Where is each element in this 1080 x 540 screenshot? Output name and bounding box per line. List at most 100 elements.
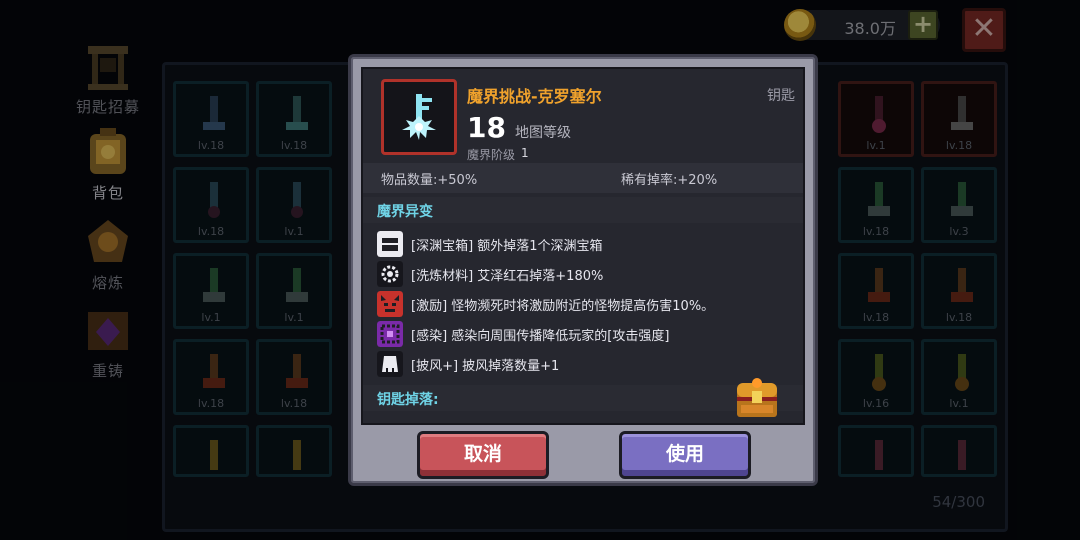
- inventory-slot[interactable]: lv.3: [921, 167, 997, 243]
- quantity-stat: 物品数量:+50%: [381, 173, 478, 188]
- modifier-text: [洗炼材料] 艾泽红石掉落+180%: [411, 269, 604, 284]
- slot-level: lv.1: [201, 311, 221, 324]
- slot-level: lv.1: [949, 397, 969, 410]
- inventory-slot[interactable]: lv.16: [838, 339, 914, 415]
- anomaly-title: 魔界异变: [377, 204, 433, 220]
- cape-icon: [377, 351, 403, 377]
- inventory-slot[interactable]: lv.18: [838, 253, 914, 329]
- stats-row: 物品数量:+50% 稀有掉率:+20%: [363, 163, 803, 193]
- item-name: 魔界挑战-克罗塞尔: [467, 87, 602, 106]
- key-icon: [868, 182, 890, 216]
- inventory-slot[interactable]: lv.18: [838, 167, 914, 243]
- slot-level: lv.1: [284, 225, 304, 238]
- key-icon: [203, 96, 225, 130]
- inventory-slot[interactable]: lv.18: [256, 339, 332, 415]
- map-level-value: 18: [467, 111, 506, 144]
- add-currency-button[interactable]: +: [908, 10, 938, 40]
- key-detail-dialog: 魔界挑战-克罗塞尔 钥匙 18 地图等级 魔界阶级 1 物品数量:+50% 稀有…: [348, 54, 818, 486]
- inventory-slot[interactable]: [921, 425, 997, 477]
- demon-face-icon: [377, 291, 403, 317]
- slot-level: lv.18: [862, 311, 890, 324]
- tier-label: 魔界阶级: [467, 148, 516, 162]
- inventory-slot[interactable]: [256, 425, 332, 477]
- key-icon: [203, 354, 225, 388]
- modifier-text: [感染] 感染向周围传播降低玩家的[攻击强度]: [411, 329, 670, 344]
- key-icon: [286, 268, 308, 302]
- slot-level: lv.3: [949, 225, 969, 238]
- key-icon: [203, 268, 225, 302]
- slot-level: lv.18: [197, 397, 225, 410]
- inventory-slot[interactable]: lv.18: [173, 81, 249, 157]
- tier-value: 1: [521, 146, 529, 160]
- inventory-count: 54/300: [932, 493, 985, 511]
- nav-label: 重铸: [91, 362, 124, 380]
- inventory-slot[interactable]: [838, 425, 914, 477]
- chest-icon: [377, 231, 403, 257]
- nav-backpack[interactable]: 背包: [60, 126, 156, 210]
- key-icon: [955, 354, 969, 391]
- nav-label: 钥匙招募: [75, 98, 140, 116]
- key-icon: [868, 268, 890, 302]
- inventory-slot[interactable]: [173, 425, 249, 477]
- modifier-row: [感染] 感染向周围传播降低玩家的[攻击强度]: [375, 319, 791, 349]
- treasure-chest-icon: [737, 378, 777, 417]
- slot-level: lv.1: [284, 311, 304, 324]
- nav-key-recruit[interactable]: 钥匙招募: [60, 40, 156, 124]
- nav-label: 背包: [91, 184, 124, 202]
- gear-icon: [377, 261, 403, 287]
- key-icon: [951, 182, 973, 216]
- recast-icon: [88, 312, 128, 350]
- inventory-slot[interactable]: lv.18: [173, 339, 249, 415]
- key-icon: [286, 354, 308, 388]
- key-icon: [293, 440, 301, 470]
- inventory-slot[interactable]: lv.1: [921, 339, 997, 415]
- slot-level: lv.18: [862, 225, 890, 238]
- close-button[interactable]: ✕: [962, 8, 1006, 52]
- inventory-slot[interactable]: lv.18: [921, 81, 997, 157]
- inventory-slot[interactable]: lv.1: [838, 81, 914, 157]
- slot-level: lv.18: [197, 139, 225, 152]
- currency-value: 38.0万: [844, 19, 896, 38]
- inventory-slot[interactable]: lv.1: [256, 253, 332, 329]
- virus-icon: [377, 321, 403, 347]
- key-icon: [210, 440, 218, 470]
- inventory-slot[interactable]: lv.1: [173, 253, 249, 329]
- rare-drop-stat: 稀有掉率:+20%: [621, 173, 718, 188]
- item-type: 钥匙: [767, 88, 795, 104]
- inventory-slot[interactable]: lv.18: [256, 81, 332, 157]
- backpack-icon: [90, 128, 126, 174]
- key-icon: [875, 440, 883, 470]
- key-drop-title: 钥匙掉落:: [377, 392, 439, 408]
- modifier-text: [深渊宝箱] 额外掉落1个深渊宝箱: [411, 239, 603, 254]
- slot-level: lv.1: [866, 139, 886, 152]
- modifier-text: [激励] 怪物濒死时将激励附近的怪物提高伤害10%。: [411, 299, 715, 314]
- nav-recast[interactable]: 重铸: [60, 304, 156, 388]
- nav-smelt[interactable]: 熔炼: [60, 216, 156, 300]
- modifier-row: [深渊宝箱] 额外掉落1个深渊宝箱: [375, 229, 791, 259]
- cancel-button[interactable]: 取消: [417, 431, 549, 479]
- coin-icon: [784, 9, 816, 41]
- dialog-content: 魔界挑战-克罗塞尔 钥匙 18 地图等级 魔界阶级 1 物品数量:+50% 稀有…: [361, 67, 805, 425]
- inventory-slot[interactable]: lv.18: [921, 253, 997, 329]
- item-icon-frame: [381, 79, 457, 155]
- slot-level: lv.18: [280, 139, 308, 152]
- slot-level: lv.18: [945, 139, 973, 152]
- key-icon: [958, 440, 966, 470]
- modifier-text: [披风+] 披风掉落数量+1: [411, 359, 560, 374]
- inventory-slot[interactable]: lv.1: [256, 167, 332, 243]
- map-level-label: 地图等级: [515, 125, 571, 141]
- key-icon: [286, 96, 308, 130]
- ice-key-icon: [402, 94, 436, 140]
- modifier-row: [洗炼材料] 艾泽红石掉落+180%: [375, 259, 791, 289]
- slot-level: lv.16: [862, 397, 890, 410]
- key-icon: [208, 182, 220, 218]
- use-button[interactable]: 使用: [619, 431, 751, 479]
- key-icon: [291, 182, 303, 218]
- forge-icon: [88, 220, 128, 262]
- key-icon: [951, 96, 973, 130]
- slot-level: lv.18: [280, 397, 308, 410]
- key-icon: [951, 268, 973, 302]
- slot-level: lv.18: [197, 225, 225, 238]
- modifier-row: [激励] 怪物濒死时将激励附近的怪物提高伤害10%。: [375, 289, 791, 319]
- inventory-slot[interactable]: lv.18: [173, 167, 249, 243]
